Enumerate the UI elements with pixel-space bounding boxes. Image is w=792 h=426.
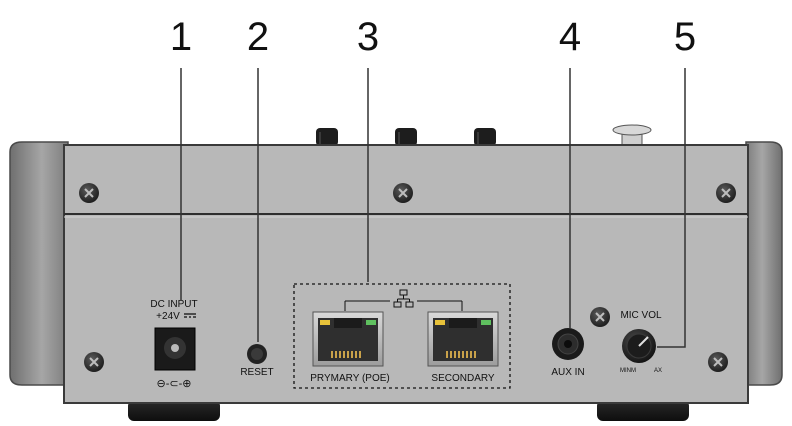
primary-port-label: PRYMARY (POE) bbox=[310, 373, 389, 384]
dc-polarity-icon: ⊖-⊂-⊕ bbox=[157, 378, 192, 390]
dc-voltage-label: +24V bbox=[156, 311, 180, 322]
dc-input-jack bbox=[154, 327, 196, 371]
aux-in-jack[interactable] bbox=[552, 328, 584, 360]
callout-3: 3 bbox=[357, 15, 379, 59]
ethernet-port-secondary[interactable] bbox=[427, 311, 499, 367]
dc-input-label: DC INPUT bbox=[150, 299, 197, 310]
callout-4: 4 bbox=[559, 15, 581, 59]
device-rear-panel-diagram: DC INPUT +24V ⊖-⊂-⊕ RESET PRYMARY (POE) … bbox=[0, 0, 792, 421]
mic-volume-knob[interactable] bbox=[622, 329, 656, 363]
mic-max-label: AX bbox=[654, 368, 662, 374]
callout-1: 1 bbox=[170, 15, 192, 59]
ethernet-port-primary[interactable] bbox=[312, 311, 384, 367]
top-knobs bbox=[316, 124, 652, 147]
callout-numbers: 1 2 3 4 5 bbox=[170, 15, 696, 59]
callout-2: 2 bbox=[247, 15, 269, 59]
mic-vol-label: MIC VOL bbox=[620, 310, 662, 321]
secondary-port-label: SECONDARY bbox=[431, 373, 494, 384]
mic-min-label: MINM bbox=[620, 368, 636, 374]
reset-button[interactable] bbox=[247, 344, 267, 364]
reset-label: RESET bbox=[240, 367, 273, 378]
callout-5: 5 bbox=[674, 15, 696, 59]
aux-in-label: AUX IN bbox=[551, 367, 584, 378]
diagram-canvas: DC INPUT +24V ⊖-⊂-⊕ RESET PRYMARY (POE) … bbox=[9, 15, 783, 421]
